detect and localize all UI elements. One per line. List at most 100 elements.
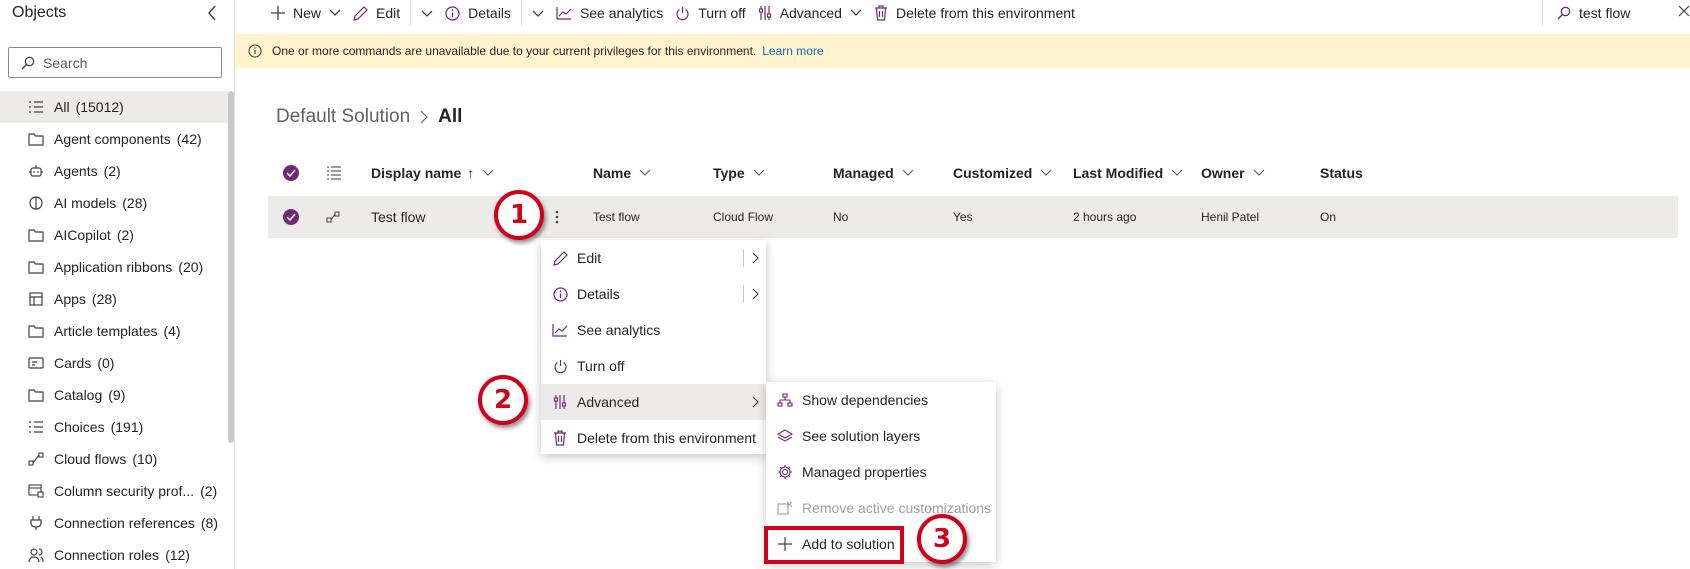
details-split-button[interactable] xyxy=(526,0,550,26)
toolbar-divider xyxy=(410,0,412,26)
sidebar-item-cloud-flows[interactable]: Cloud flows (10) xyxy=(0,443,228,475)
sidebar-item-agent-components[interactable]: Agent components (42) xyxy=(0,123,228,155)
column-header-customized[interactable]: Customized xyxy=(953,158,1052,188)
card-icon xyxy=(27,354,45,372)
sidebar-search-input[interactable] xyxy=(43,54,203,71)
turn-off-button[interactable]: Turn off xyxy=(669,0,751,26)
column-header-type[interactable]: Type xyxy=(713,158,765,188)
select-all-checkbox[interactable] xyxy=(283,158,299,188)
sidebar-item-count: (2) xyxy=(103,163,121,179)
breadcrumb: Default Solution All xyxy=(276,106,462,128)
see-analytics-button[interactable]: See analytics xyxy=(550,0,669,26)
sidebar-item-all[interactable]: All (15012) xyxy=(0,91,228,123)
sidebar-item-count: (4) xyxy=(163,323,181,339)
flow-icon xyxy=(326,196,340,238)
sidebar-item-article-templates[interactable]: Article templates (4) xyxy=(0,315,228,347)
toolbar-search-box[interactable]: test flow xyxy=(1542,0,1690,26)
cell-name: Test flow xyxy=(593,210,640,224)
learn-more-link[interactable]: Learn more xyxy=(762,44,823,58)
cell-status: On xyxy=(1320,210,1337,224)
sidebar-item-choices[interactable]: Choices (191) xyxy=(0,411,228,443)
cell-type: Cloud Flow xyxy=(713,210,774,224)
chevron-down-icon xyxy=(421,5,433,21)
grid-icon xyxy=(27,290,45,308)
sidebar-item-count: (2) xyxy=(200,483,218,499)
menu-item-label: Details xyxy=(577,286,620,302)
chevron-down-icon xyxy=(1171,169,1183,177)
column-header-owner[interactable]: Owner xyxy=(1201,158,1265,188)
row-more-actions-button[interactable] xyxy=(547,196,567,238)
menu-item-details[interactable]: Details xyxy=(541,276,766,312)
sidebar-scrollbar[interactable] xyxy=(228,91,234,443)
sidebar-item-label: AICopilot xyxy=(54,227,111,243)
menu-item-turn-off[interactable]: Turn off xyxy=(541,348,766,384)
submenu-chevron[interactable] xyxy=(752,384,760,420)
submenu-item-show-dependencies[interactable]: Show dependencies xyxy=(766,382,996,418)
details-button[interactable]: Details xyxy=(439,0,517,26)
new-button-label: New xyxy=(293,5,322,21)
grid-header: Display name ↑ Name Type Managed Customi… xyxy=(268,158,1678,188)
sidebar-item-agents[interactable]: Agents (2) xyxy=(0,155,228,187)
row-type-header[interactable] xyxy=(326,158,342,188)
list-icon xyxy=(327,166,341,180)
row-select-checkbox[interactable] xyxy=(283,196,299,238)
sidebar-item-connection-references[interactable]: Connection references (8) xyxy=(0,507,228,539)
sidebar-item-label: Agent components xyxy=(54,131,171,147)
chart-icon xyxy=(556,6,572,20)
delete-button[interactable]: Delete from this environment xyxy=(868,0,1081,26)
sidebar-item-label: AI models xyxy=(54,195,117,211)
submenu-chevron[interactable] xyxy=(743,240,760,276)
edit-button[interactable]: Edit xyxy=(347,0,406,26)
menu-item-edit[interactable]: Edit xyxy=(541,240,766,276)
new-button[interactable]: New xyxy=(265,0,347,26)
cell-display-name[interactable]: Test flow xyxy=(371,196,425,238)
sidebar-item-connection-roles[interactable]: Connection roles (12) xyxy=(0,539,228,569)
folder-icon xyxy=(27,226,45,244)
edit-split-button[interactable] xyxy=(415,0,439,26)
submenu-chevron[interactable] xyxy=(743,276,760,312)
sidebar-item-count: (42) xyxy=(176,131,202,147)
sidebar-item-apps[interactable]: Apps (28) xyxy=(0,283,228,315)
menu-item-see-analytics[interactable]: See analytics xyxy=(541,312,766,348)
sidebar-item-aicopilot[interactable]: AICopilot (2) xyxy=(0,219,228,251)
clear-search-icon[interactable] xyxy=(1678,4,1690,20)
sidebar-item-application-ribbons[interactable]: Application ribbons (20) xyxy=(0,251,228,283)
column-label: Managed xyxy=(833,165,894,181)
sidebar-search-box[interactable] xyxy=(8,47,222,78)
column-header-status[interactable]: Status xyxy=(1320,158,1363,188)
folder-icon xyxy=(27,322,45,340)
sidebar-item-cards[interactable]: Cards (0) xyxy=(0,347,228,379)
menu-item-label: Delete from this environment xyxy=(577,430,756,446)
menu-item-advanced[interactable]: Advanced xyxy=(541,384,766,420)
collapse-sidebar-button[interactable] xyxy=(202,2,222,24)
sidebar-item-catalog[interactable]: Catalog (9) xyxy=(0,379,228,411)
people-icon xyxy=(27,546,45,564)
sidebar-item-count: (2) xyxy=(116,227,134,243)
column-header-managed[interactable]: Managed xyxy=(833,158,914,188)
column-header-last-modified[interactable]: Last Modified xyxy=(1073,158,1183,188)
advanced-icon xyxy=(758,5,772,21)
chevron-down-icon xyxy=(532,5,544,21)
cell-customized: Yes xyxy=(953,210,973,224)
chevron-right-icon xyxy=(752,396,759,408)
table-row[interactable]: Test flow Test flow Cloud Flow No Yes 2 … xyxy=(268,196,1678,238)
toolbar-divider xyxy=(520,0,522,26)
sidebar-item-label: Agents xyxy=(54,163,98,179)
sidebar-item-ai-models[interactable]: AI models (28) xyxy=(0,187,228,219)
list-icon xyxy=(27,98,45,116)
pencil-icon xyxy=(551,250,569,266)
advanced-button[interactable]: Advanced xyxy=(752,0,868,26)
advanced-label: Advanced xyxy=(779,5,842,21)
remove-icon xyxy=(776,501,794,515)
toolbar-search-value[interactable]: test flow xyxy=(1579,5,1630,21)
breadcrumb-parent[interactable]: Default Solution xyxy=(276,106,410,128)
bot-icon xyxy=(27,162,45,180)
submenu-item-remove-active-customizations: Remove active customizations xyxy=(766,490,996,526)
submenu-item-managed-properties[interactable]: Managed properties xyxy=(766,454,996,490)
sidebar-item-column-security-profiles[interactable]: Column security prof... (2) xyxy=(0,475,228,507)
menu-item-delete[interactable]: Delete from this environment xyxy=(541,420,766,456)
column-header-name[interactable]: Name xyxy=(593,158,651,188)
submenu-item-see-solution-layers[interactable]: See solution layers xyxy=(766,418,996,454)
search-icon xyxy=(21,56,35,69)
column-header-display-name[interactable]: Display name ↑ xyxy=(371,158,494,188)
